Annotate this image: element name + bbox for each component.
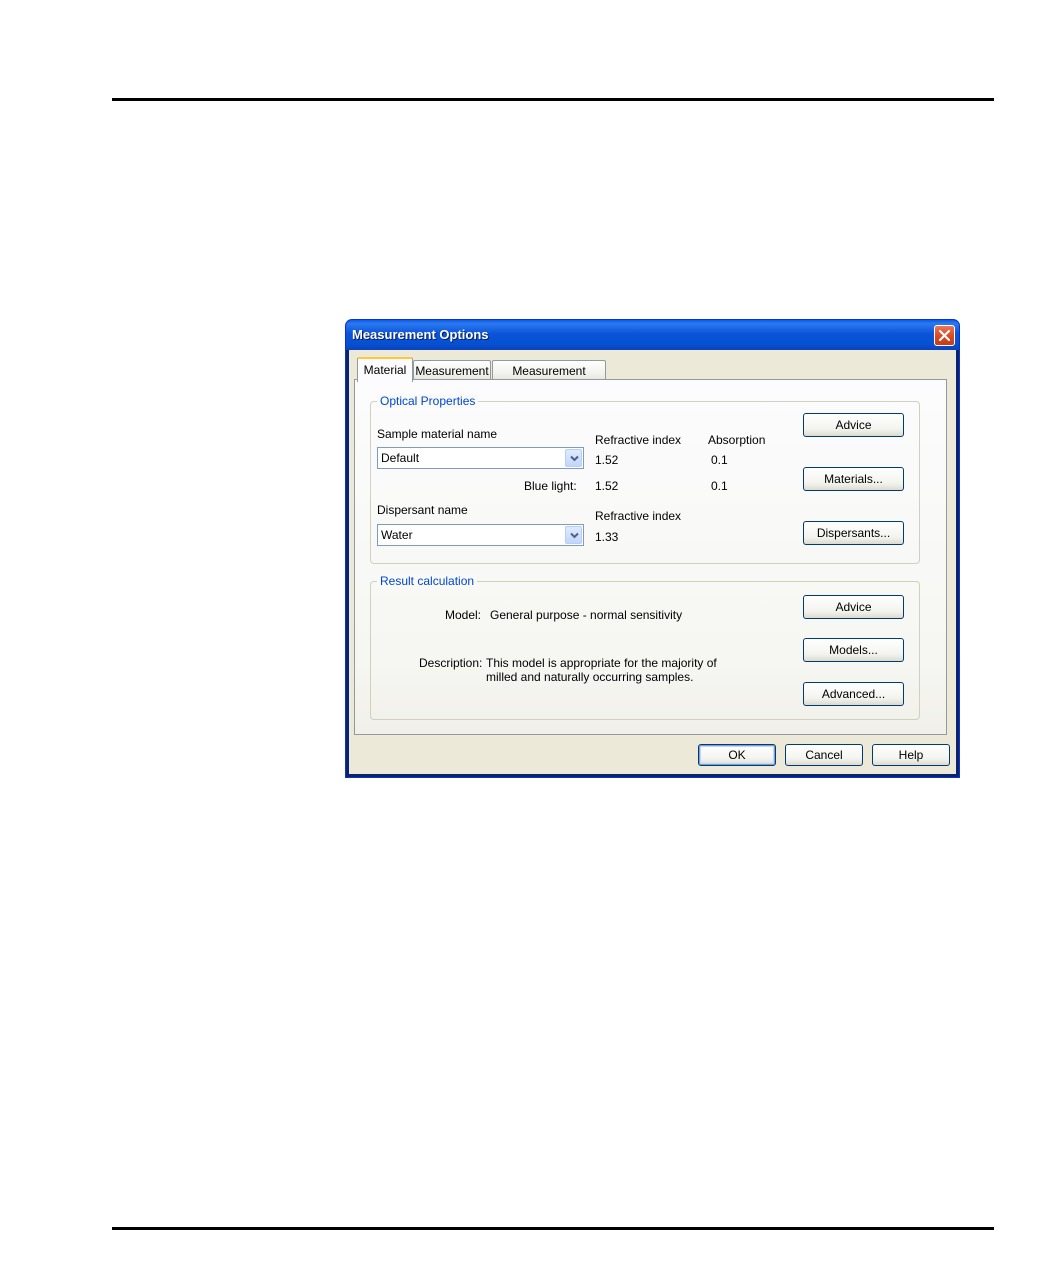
dispersant-refractive-index-header: Refractive index (595, 509, 682, 523)
sample-material-label: Sample material name (377, 427, 498, 441)
tab-material[interactable]: Material (357, 357, 413, 382)
advanced-button[interactable]: Advanced... (803, 682, 904, 706)
result-advice-button[interactable]: Advice (803, 595, 904, 619)
optical-advice-button[interactable]: Advice (803, 413, 904, 437)
measurement-options-dialog: Measurement Options Material Measurement… (345, 319, 960, 778)
sample-absorption: 0.1 (711, 453, 728, 467)
description-line-1: This model is appropriate for the majori… (486, 656, 717, 670)
refractive-index-header: Refractive index (595, 433, 682, 447)
close-button[interactable] (934, 325, 955, 346)
description-label: Description: (419, 656, 483, 670)
sample-material-value: Default (381, 451, 420, 465)
sample-material-dropdown-button[interactable] (565, 449, 582, 467)
blue-refractive-index: 1.52 (595, 479, 619, 493)
close-icon (939, 330, 950, 341)
page-header-rule (112, 98, 994, 101)
dispersant-label: Dispersant name (377, 503, 468, 517)
result-calculation-title: Result calculation (377, 574, 478, 588)
absorption-header: Absorption (708, 433, 766, 447)
dispersants-button[interactable]: Dispersants... (803, 521, 904, 545)
sample-refractive-index: 1.52 (595, 453, 619, 467)
ok-button[interactable]: OK (698, 744, 776, 766)
dispersant-combo[interactable]: Water (377, 524, 584, 546)
help-button[interactable]: Help (872, 744, 950, 766)
models-button[interactable]: Models... (803, 638, 904, 662)
dispersant-refractive-index: 1.33 (595, 530, 619, 544)
window-title: Measurement Options (352, 327, 489, 342)
model-label: Model: (445, 608, 482, 622)
optical-properties-title: Optical Properties (377, 394, 479, 408)
materials-button[interactable]: Materials... (803, 467, 904, 491)
optical-properties-group: Optical Properties Sample material name … (370, 394, 920, 564)
tab-panel-material: Optical Properties Sample material name … (354, 379, 947, 735)
cancel-button[interactable]: Cancel (785, 744, 863, 766)
blue-light-label: Blue light: (524, 479, 577, 493)
tab-measurement[interactable]: Measurement (413, 360, 491, 381)
page-footer-rule (112, 1227, 994, 1230)
title-bar[interactable]: Measurement Options (346, 320, 959, 350)
model-value: General purpose - normal sensitivity (490, 608, 683, 622)
tab-material-label: Material (363, 363, 407, 377)
sample-material-combo[interactable]: Default (377, 447, 584, 469)
dispersant-dropdown-button[interactable] (565, 526, 582, 544)
tab-measurement-cycles[interactable]: Measurement Cycles (492, 360, 606, 392)
chevron-down-icon (570, 532, 579, 539)
dispersant-value: Water (381, 528, 413, 542)
description-line-2: milled and naturally occurring samples. (486, 670, 694, 684)
dialog-client-area: Material Measurement Measurement Cycles … (349, 350, 956, 774)
blue-absorption: 0.1 (711, 479, 728, 493)
chevron-down-icon (570, 455, 579, 462)
result-calculation-group: Result calculation Model: General purpos… (370, 574, 920, 720)
tab-measurement-label: Measurement (415, 364, 489, 378)
